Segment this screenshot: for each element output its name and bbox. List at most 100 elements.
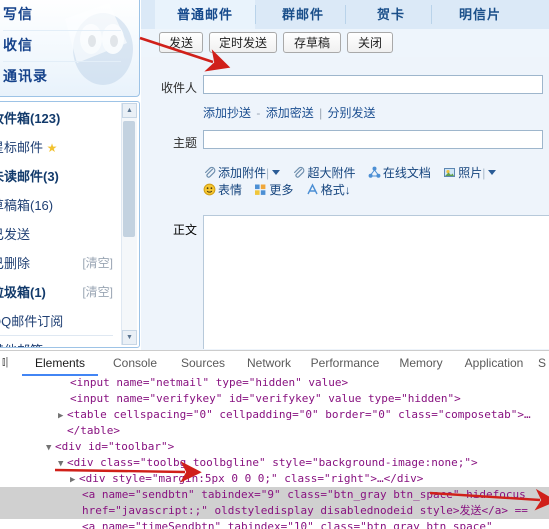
add-bcc-link[interactable]: 添加密送: [266, 106, 314, 120]
inbox-icon: [0, 42, 1, 43]
tab-normal-mail[interactable]: 普通邮件: [155, 0, 255, 29]
dom-line-selected[interactable]: href="javascript:;" oldstyledisplay disa…: [0, 503, 549, 519]
add-cc-link[interactable]: 添加抄送: [203, 106, 251, 120]
sidebar-item-contacts[interactable]: 通讯录: [3, 61, 121, 92]
dom-line[interactable]: <input name="netmail" type="hidden" valu…: [0, 377, 549, 391]
dom-line-text: <a name="sendbtn" tabindex="9" class="bt…: [82, 488, 526, 501]
recipient-options: 添加抄送 - 添加密送 | 分别发送: [203, 104, 376, 121]
tab-console[interactable]: Console: [100, 351, 170, 376]
send-separately-link[interactable]: 分别发送: [328, 106, 376, 120]
button-label: 照片: [458, 166, 483, 180]
sidebar-nav-panel: 写信 收信 通讯录: [0, 0, 140, 97]
tab-divider-2: [345, 5, 346, 24]
button-label: 发送: [168, 36, 193, 50]
sidebar-item-label: 通讯录: [3, 68, 48, 84]
tab-label: 明信片: [458, 7, 501, 22]
chevron-down-icon[interactable]: [488, 170, 497, 175]
folder-inbox[interactable]: 收件箱(123): [0, 104, 109, 133]
elements-dom-tree[interactable]: <input name="netmail" type="hidden" valu…: [0, 377, 549, 529]
sidebar-item-compose[interactable]: 写信: [3, 0, 121, 31]
tab-postcard[interactable]: 明信片: [437, 0, 523, 29]
dom-line[interactable]: ▼ <div class="toolbg toolbgline" style="b…: [0, 455, 549, 471]
recipient-input[interactable]: [203, 75, 543, 94]
tab-security[interactable]: S: [538, 351, 549, 376]
star-icon: ★: [46, 141, 58, 155]
chevron-down-icon[interactable]: [272, 170, 281, 175]
subject-input[interactable]: [203, 130, 543, 149]
send-button[interactable]: 发送: [159, 32, 203, 53]
save-draft-button[interactable]: 存草稿: [283, 32, 341, 53]
tab-performance[interactable]: Performance: [300, 351, 390, 376]
clear-link[interactable]: [清空]: [82, 249, 113, 278]
sidebar-item-label: 写信: [3, 6, 33, 22]
button-label: 格式↓: [320, 183, 351, 197]
huge-attachment-button[interactable]: 超大附件: [292, 165, 356, 182]
folder-drafts[interactable]: 草稿箱(16): [0, 191, 109, 220]
divider: |: [482, 166, 486, 180]
dom-line[interactable]: </table>: [0, 423, 549, 439]
add-attachment-button[interactable]: 添加附件|: [203, 165, 281, 182]
more-button[interactable]: 更多: [254, 182, 293, 199]
clear-link[interactable]: [清空]: [82, 278, 113, 307]
contacts-icon: [0, 69, 1, 83]
dom-line-selected[interactable]: <a name="sendbtn" tabindex="9" class="bt…: [0, 487, 549, 503]
folder-other-mailbox[interactable]: 其他邮箱: [0, 336, 109, 347]
expand-triangle-icon[interactable]: ▶: [58, 408, 67, 424]
tab-sources[interactable]: Sources: [168, 351, 238, 376]
smiley-icon: [203, 183, 216, 196]
folder-deleted[interactable]: 已删除 [清空]: [0, 249, 113, 278]
sidebar-item-receive[interactable]: 收信: [0, 30, 121, 62]
folder-sent[interactable]: 已发送: [0, 220, 109, 249]
folder-subscribe[interactable]: QQ邮件订阅: [0, 307, 109, 336]
font-icon: [307, 183, 318, 195]
dom-line-text: <div style="margin:5px 0 0 0;" class="ri…: [79, 472, 424, 485]
scrollbar-thumb[interactable]: [123, 121, 135, 237]
devtools-panel: ⫾| Elements Console Sources Network Perf…: [0, 350, 549, 529]
dom-line[interactable]: <input name="verifykey" id="verifykey" v…: [0, 391, 549, 407]
button-label: 定时发送: [218, 36, 267, 50]
expand-triangle-icon[interactable]: ▶: [70, 472, 79, 488]
folder-scrollbar[interactable]: ▲ ▼: [121, 103, 137, 345]
folder-spam[interactable]: 垃圾箱(1) [清空]: [0, 278, 113, 307]
tab-group-mail[interactable]: 群邮件: [261, 0, 345, 29]
format-button[interactable]: 格式↓: [306, 182, 351, 199]
timed-send-button[interactable]: 定时发送: [209, 32, 277, 53]
tab-divider-3: [431, 5, 432, 24]
paperclip-icon: [294, 166, 305, 178]
mail-folder-list: ▲ ▼ 收件箱(123) 星标邮件 ★ 未读邮件(3) 草稿箱(16) 已发送 …: [0, 101, 140, 348]
collapse-triangle-icon[interactable]: ▼: [58, 456, 67, 472]
tab-memory[interactable]: Memory: [388, 351, 454, 376]
tab-elements[interactable]: Elements: [22, 351, 98, 376]
dom-line[interactable]: ▶ <div style="margin:5px 0 0 0;" class="r…: [0, 471, 549, 487]
photo-button[interactable]: 照片|: [443, 165, 497, 182]
compose-form: 收件人 添加抄送 - 添加密送 | 分别发送 主题 添加附件| 超大附件 在线文…: [141, 57, 549, 213]
chevron-up-icon[interactable]: ▲: [122, 103, 137, 118]
button-label: 关闭: [357, 36, 382, 50]
folder-unread[interactable]: 未读邮件(3): [0, 162, 109, 191]
close-button[interactable]: 关闭: [347, 32, 393, 53]
tab-label: Console: [112, 356, 158, 370]
body-editor[interactable]: [203, 215, 549, 349]
emoji-button[interactable]: 表情: [203, 182, 242, 199]
folder-label: 已删除: [0, 256, 31, 271]
devtools-left-controls[interactable]: ⫾|: [2, 356, 8, 369]
folder-starred[interactable]: 星标邮件 ★: [0, 133, 109, 162]
tab-application[interactable]: Application: [452, 351, 536, 376]
dom-line[interactable]: ▶ <table cellspacing="0" cellpadding="0" …: [0, 407, 549, 423]
dom-line[interactable]: ▼ <div id="toolbar">: [0, 439, 549, 455]
tab-network[interactable]: Network: [234, 351, 304, 376]
button-label: 超大附件: [307, 166, 356, 180]
folder-label: 星标邮件: [0, 140, 44, 155]
online-doc-button[interactable]: 在线文档: [368, 165, 431, 182]
button-label: 表情: [218, 183, 243, 197]
folder-label: 垃圾箱(1): [0, 285, 46, 300]
folder-label: 收件箱(123): [0, 111, 61, 126]
tab-greeting-card[interactable]: 贺卡: [351, 0, 431, 29]
link-dash: -: [256, 106, 261, 120]
button-label: 在线文档: [382, 166, 431, 180]
devtools-tabbar: ⫾| Elements Console Sources Network Perf…: [0, 351, 549, 378]
chevron-down-icon[interactable]: ▼: [122, 330, 137, 345]
tab-label: Application: [464, 356, 524, 370]
folder-label: QQ邮件订阅: [0, 314, 64, 329]
collapse-triangle-icon[interactable]: ▼: [46, 440, 55, 456]
